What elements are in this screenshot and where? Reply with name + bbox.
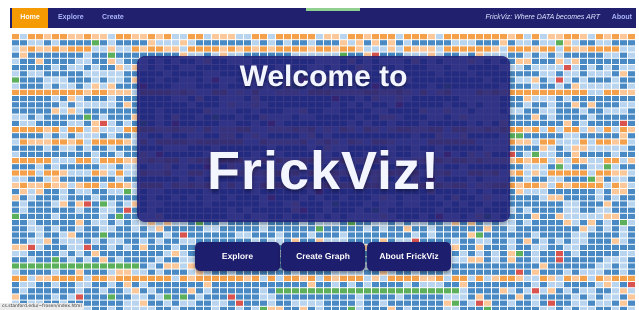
welcome-hero-panel: Welcome to FrickViz! <box>137 56 510 222</box>
top-navbar: Home Explore Create FrickViz: Where DATA… <box>10 8 636 28</box>
nav-home-tab[interactable]: Home <box>12 8 48 28</box>
frickviz-homepage: Home Explore Create FrickViz: Where DATA… <box>0 0 639 310</box>
hero-welcome-text: Welcome to <box>239 60 408 93</box>
create-graph-button[interactable]: Create Graph <box>281 242 365 271</box>
nav-explore-link[interactable]: Explore <box>58 8 84 28</box>
navbar-accent-strip <box>306 8 360 11</box>
nav-create-link[interactable]: Create <box>102 8 124 28</box>
about-frickviz-button[interactable]: About FrickViz <box>367 242 451 271</box>
status-bar-url: cs.stanford.edu/~frosen/index.html <box>0 303 84 310</box>
site-tagline: FrickViz: Where DATA becomes ART <box>485 14 601 21</box>
hero-brand-title: FrickViz! <box>206 141 441 201</box>
nav-about-link[interactable]: About <box>612 8 632 28</box>
explore-button[interactable]: Explore <box>195 242 280 271</box>
